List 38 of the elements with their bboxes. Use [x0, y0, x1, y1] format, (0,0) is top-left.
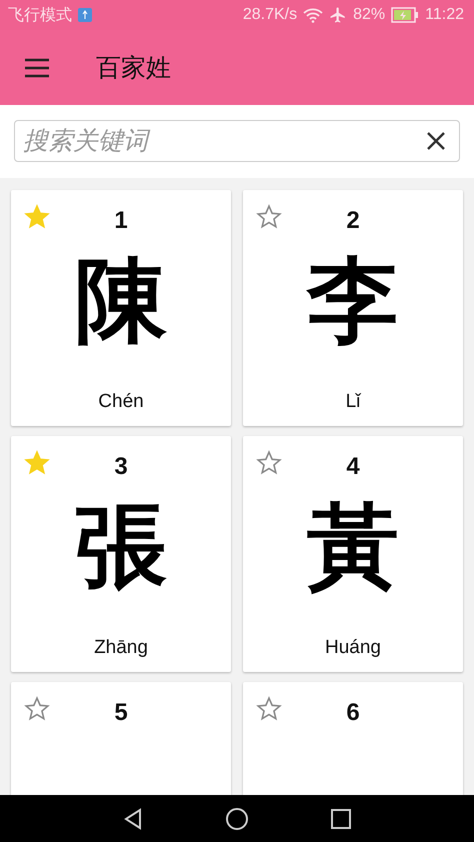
surname-card[interactable]: 4 黃 Huáng: [243, 436, 463, 672]
surname-card[interactable]: 1 陳 Chén: [11, 190, 231, 426]
surname-character: 張: [75, 501, 167, 593]
surname-card[interactable]: 2 李 Lǐ: [243, 190, 463, 426]
rank-number: 6: [346, 699, 360, 727]
rank-number: 5: [114, 699, 128, 727]
pinyin-label: Zhāng: [94, 637, 148, 659]
pinyin-label: Huáng: [325, 637, 381, 659]
surname-character: 李: [307, 255, 399, 347]
rank-number: 2: [346, 207, 360, 235]
network-speed: 28.7K/s: [242, 6, 298, 24]
menu-icon[interactable]: [24, 58, 50, 78]
rank-number: 3: [114, 453, 128, 481]
wifi-icon: [303, 7, 324, 23]
surname-card[interactable]: 5: [11, 682, 231, 795]
pinyin-label: Lǐ: [346, 391, 360, 413]
surname-card[interactable]: 3 張 Zhāng: [11, 436, 231, 672]
battery-level: 82%: [353, 6, 386, 24]
clock: 11:22: [425, 6, 464, 24]
status-mode: 飞行模式: [8, 6, 72, 26]
star-icon[interactable]: [256, 696, 282, 722]
rank-number: 4: [346, 453, 360, 481]
rank-number: 1: [114, 207, 128, 235]
surname-character: 黃: [307, 501, 399, 593]
search-field[interactable]: 搜索关键词: [14, 120, 460, 162]
pinyin-label: Chén: [98, 391, 144, 413]
app-title: 百家姓: [96, 53, 171, 84]
usb-icon: [78, 8, 92, 22]
battery-icon: [391, 7, 420, 23]
close-icon[interactable]: [426, 131, 446, 151]
home-icon[interactable]: [225, 806, 249, 830]
star-icon[interactable]: [256, 450, 282, 476]
star-icon[interactable]: [256, 204, 282, 230]
star-icon[interactable]: [24, 696, 50, 722]
surname-character: 陳: [75, 255, 167, 347]
surname-card[interactable]: 6: [243, 682, 463, 795]
recent-apps-icon[interactable]: [329, 806, 353, 830]
airplane-icon: [329, 6, 348, 24]
